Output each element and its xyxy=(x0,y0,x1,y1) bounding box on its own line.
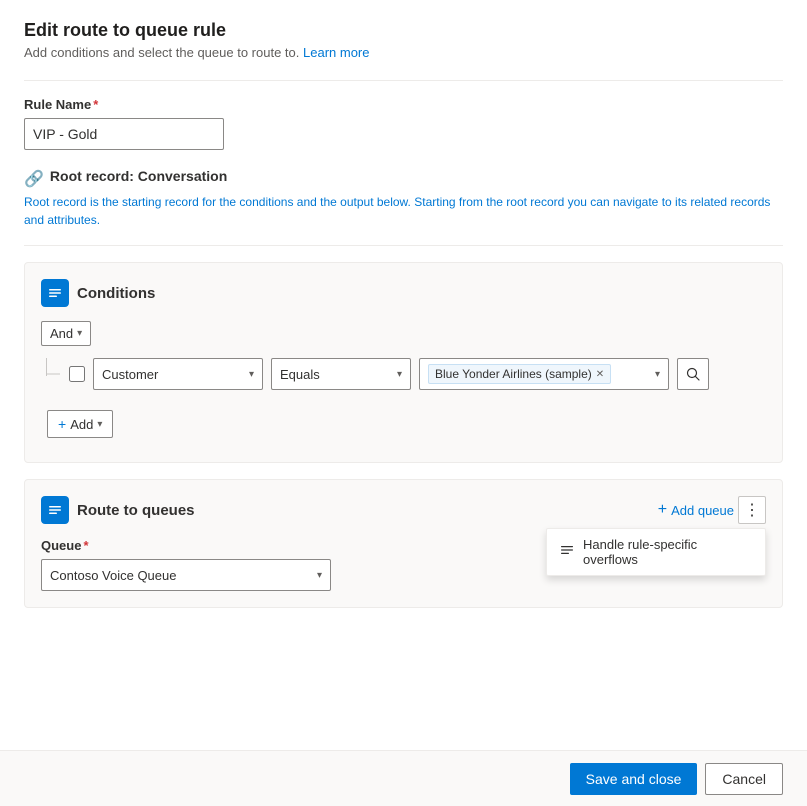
queue-chevron-icon: ▾ xyxy=(317,570,322,581)
plus-icon: + xyxy=(58,416,66,432)
conditions-area: And ▾ Customer ▾ Equ xyxy=(41,321,766,446)
route-section-header: Route to queues + Add queue ⋮ xyxy=(41,496,766,524)
route-to-queues-section: Route to queues + Add queue ⋮ xyxy=(24,479,783,608)
add-queue-plus-icon: + xyxy=(658,501,667,519)
overflow-icon xyxy=(559,543,575,562)
root-record-title: Root record: Conversation xyxy=(50,168,227,184)
condition-checkbox[interactable] xyxy=(69,366,85,382)
page-subtitle: Add conditions and select the queue to r… xyxy=(24,45,783,60)
conditions-icon xyxy=(41,279,69,307)
rule-name-field: Rule Name* xyxy=(24,97,783,150)
and-dropdown[interactable]: And ▾ xyxy=(41,321,91,346)
value-dropdown[interactable]: Blue Yonder Airlines (sample) ✕ ▾ xyxy=(419,358,669,390)
cancel-button[interactable]: Cancel xyxy=(705,763,783,795)
page-title: Edit route to queue rule xyxy=(24,20,783,41)
operator-chevron-icon: ▾ xyxy=(397,369,402,380)
rule-name-input[interactable] xyxy=(24,118,224,150)
footer-bar: Save and close Cancel xyxy=(0,750,807,806)
tree-horiz xyxy=(46,374,60,375)
page-container: Edit route to queue rule Add conditions … xyxy=(0,0,807,806)
divider-1 xyxy=(24,80,783,81)
conditions-header: Conditions xyxy=(41,279,766,307)
customer-chevron-icon: ▾ xyxy=(249,369,254,380)
and-chevron-icon: ▾ xyxy=(77,328,82,339)
overflow-dropdown-menu: Handle rule-specific overflows xyxy=(546,528,766,576)
queue-required-star: * xyxy=(83,538,88,553)
route-section-title: Route to queues xyxy=(77,502,195,519)
learn-more-link[interactable]: Learn more xyxy=(303,45,369,60)
condition-row: Customer ▾ Equals ▾ Blue Yonder Airlines… xyxy=(69,358,766,390)
conditions-title: Conditions xyxy=(77,285,155,302)
queue-select-dropdown[interactable]: Contoso Voice Queue ▾ xyxy=(41,559,331,591)
operator-dropdown[interactable]: Equals ▾ xyxy=(271,358,411,390)
condition-tree: Customer ▾ Equals ▾ Blue Yonder Airlines… xyxy=(41,358,766,390)
add-chevron-icon: ▾ xyxy=(97,419,102,430)
divider-2 xyxy=(24,245,783,246)
required-star: * xyxy=(93,97,98,112)
search-button[interactable] xyxy=(677,358,709,390)
add-condition-button[interactable]: + Add ▾ xyxy=(47,410,113,438)
root-record-icon: 🔗 xyxy=(24,169,44,189)
add-queue-button[interactable]: + Add queue xyxy=(658,501,734,519)
save-and-close-button[interactable]: Save and close xyxy=(570,763,698,795)
route-icon xyxy=(41,496,69,524)
conditions-section: Conditions And ▾ Customer ▾ xyxy=(24,262,783,463)
value-chevron-icon: ▾ xyxy=(655,369,660,380)
root-record-desc: Root record is the starting record for t… xyxy=(24,193,783,229)
value-tag: Blue Yonder Airlines (sample) ✕ xyxy=(428,364,611,384)
handle-overflows-menu-item[interactable]: Handle rule-specific overflows xyxy=(547,529,765,575)
tag-close-icon[interactable]: ✕ xyxy=(596,369,604,380)
customer-field-dropdown[interactable]: Customer ▾ xyxy=(93,358,263,390)
route-actions: + Add queue ⋮ Handle rul xyxy=(658,496,766,524)
kebab-menu-button[interactable]: ⋮ xyxy=(738,496,766,524)
rule-name-label: Rule Name* xyxy=(24,97,783,112)
root-record-section: 🔗 Root record: Conversation xyxy=(24,168,783,189)
